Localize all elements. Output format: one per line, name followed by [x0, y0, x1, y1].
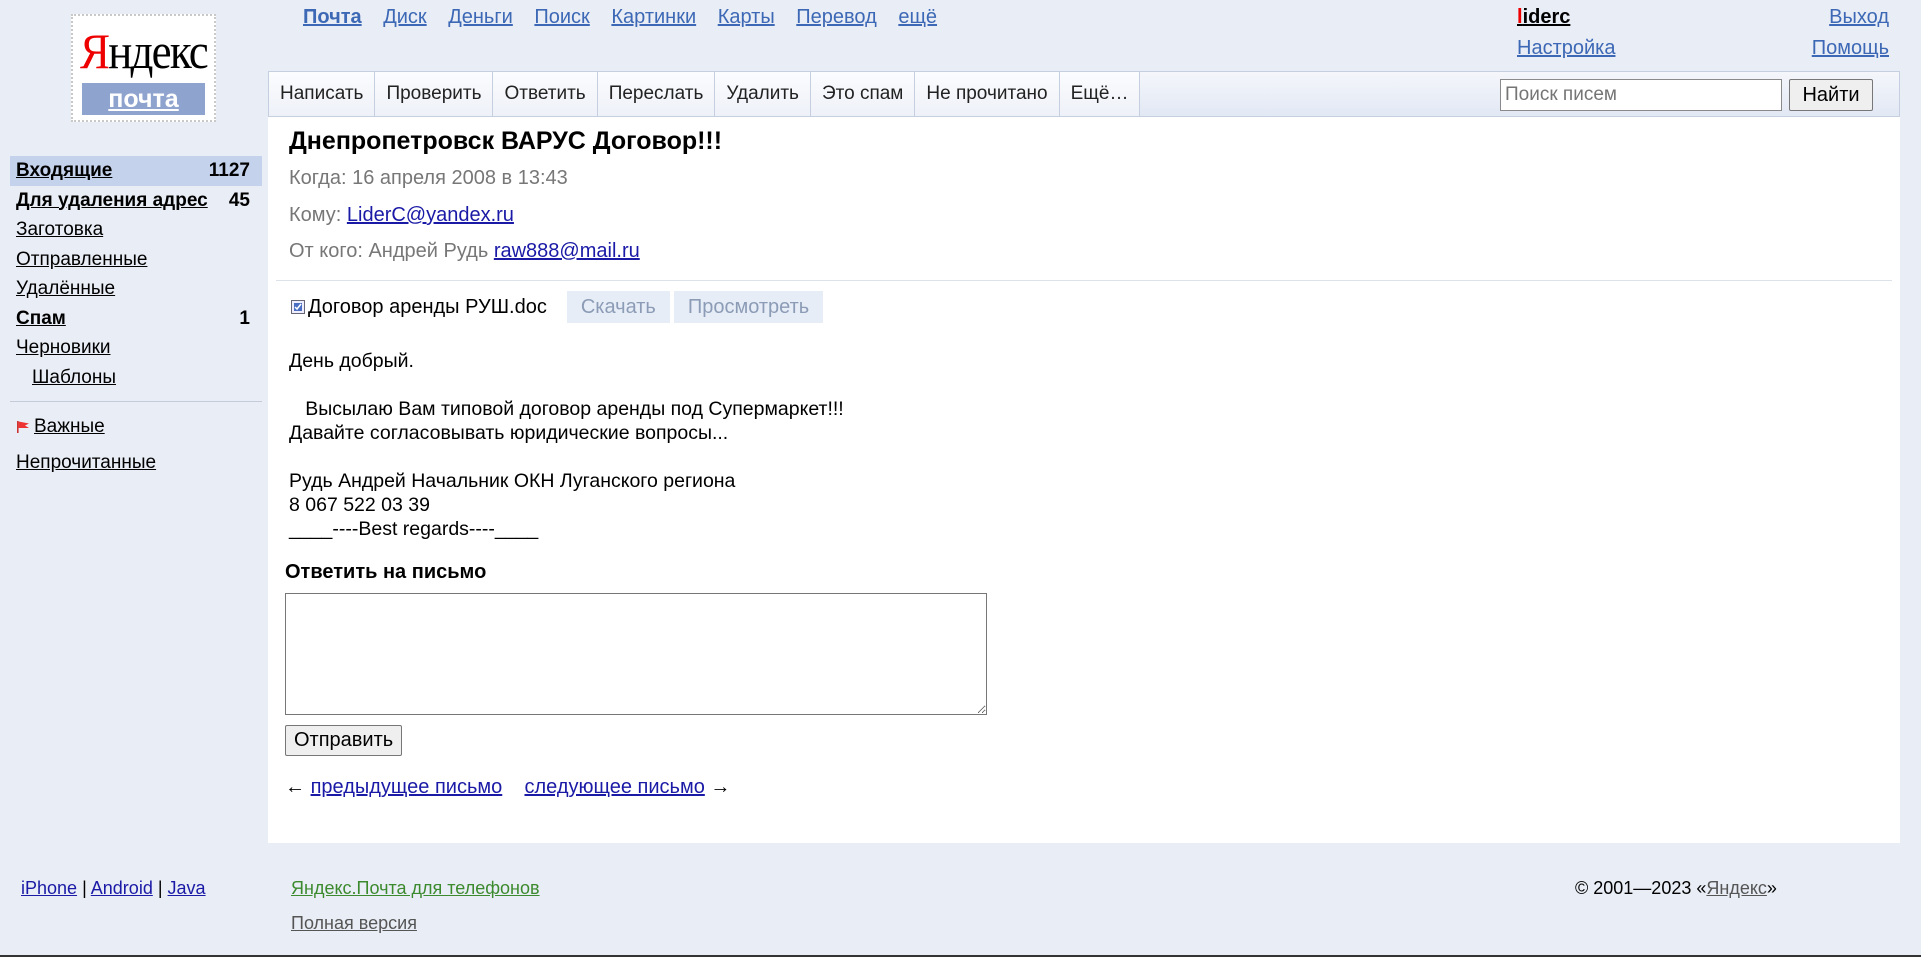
folder-label[interactable]: Удалённые — [16, 278, 115, 299]
service-more[interactable]: ещё — [898, 6, 937, 28]
folder-deleted[interactable]: Удалённые — [10, 274, 262, 304]
folder-label[interactable]: Отправленные — [16, 249, 147, 270]
settings-link[interactable]: Настройка — [1517, 37, 1615, 59]
yandex-logo-text: Яндекс — [80, 23, 209, 79]
send-button[interactable]: Отправить — [285, 725, 403, 756]
user-name: liderc — [1517, 6, 1570, 29]
forward-button[interactable]: Переслать — [597, 72, 716, 116]
right-arrow-icon: → — [710, 776, 731, 798]
reply-title: Ответить на письмо — [285, 561, 487, 583]
service-money[interactable]: Деньги — [448, 6, 513, 28]
iphone-link[interactable]: iPhone — [21, 878, 77, 898]
logo[interactable]: Яндекс почта — [71, 14, 216, 122]
folder-label[interactable]: Входящие — [16, 160, 112, 181]
search-input[interactable] — [1500, 79, 1782, 111]
service-mail[interactable]: Почта — [303, 6, 362, 28]
message-panel: Днепропетровск ВАРУС Договор!!! Когда: 1… — [268, 117, 1900, 843]
copyright: © 2001—2023 «Яндекс» — [1575, 878, 1777, 898]
java-link[interactable]: Java — [168, 878, 206, 898]
folder-drafts[interactable]: Черновики — [10, 333, 262, 363]
label-important-link[interactable]: Важные — [34, 416, 105, 437]
service-maps[interactable]: Карты — [718, 6, 775, 28]
delete-button[interactable]: Удалить — [715, 72, 811, 116]
folder-sent[interactable]: Отправленные — [10, 245, 262, 275]
services-nav: Почта Диск Деньги Поиск Картинки Карты П… — [303, 6, 953, 29]
folder-spam[interactable]: Спам 1 — [10, 304, 262, 334]
folder-count: 1127 — [208, 160, 250, 181]
sender-email-link[interactable]: raw888@mail.ru — [494, 240, 640, 262]
message-body: День добрый. Высылаю Вам типовой договор… — [289, 350, 844, 540]
recipient-email-link[interactable]: LiderC@yandex.ru — [347, 204, 514, 226]
mail-logo-bar: почта — [82, 83, 205, 115]
message-navigation: ← предыдущее письмо следующее письмо → — [285, 776, 730, 799]
service-translate[interactable]: Перевод — [796, 6, 877, 28]
folder-templates[interactable]: Шаблоны — [10, 363, 262, 393]
view-button[interactable]: Просмотреть — [673, 291, 824, 323]
download-button[interactable]: Скачать — [566, 291, 670, 323]
next-message-link[interactable]: следующее письмо — [524, 776, 704, 798]
header-divider — [276, 280, 1892, 281]
user-link[interactable]: liderc — [1517, 6, 1570, 28]
reply-button[interactable]: Ответить — [493, 72, 598, 116]
message-sender: От кого: Андрей Рудь raw888@mail.ru — [289, 240, 640, 262]
more-button[interactable]: Ещё… — [1059, 72, 1141, 116]
mail-logo-link[interactable]: почта — [108, 85, 178, 113]
label-unread[interactable]: Непрочитанные — [10, 448, 262, 478]
folder-label[interactable]: Для удаления адрес — [16, 190, 208, 211]
folder-draft-template[interactable]: Заготовка — [10, 215, 262, 245]
left-arrow-icon: ← — [285, 776, 305, 798]
message-subject: Днепропетровск ВАРУС Договор!!! — [289, 127, 723, 155]
full-version-link[interactable]: Полная версия — [291, 913, 417, 933]
doc-file-icon — [291, 300, 305, 314]
folder-label[interactable]: Спам — [16, 308, 66, 329]
message-recipient: Кому: LiderC@yandex.ru — [289, 204, 514, 226]
folder-for-deletion[interactable]: Для удаления адрес 45 — [10, 186, 262, 216]
sidebar-divider — [10, 401, 262, 402]
label-important[interactable]: Важные — [10, 412, 262, 442]
message-date: Когда: 16 апреля 2008 в 13:43 — [289, 167, 568, 189]
label-unread-link[interactable]: Непрочитанные — [16, 452, 156, 473]
reply-textarea[interactable] — [285, 593, 987, 715]
flag-icon — [16, 420, 30, 434]
service-disk[interactable]: Диск — [383, 6, 426, 28]
service-images[interactable]: Картинки — [611, 6, 696, 28]
check-mail-button[interactable]: Проверить — [375, 72, 494, 116]
attachment: Договор аренды РУШ.doc Скачать Просмотре… — [291, 291, 824, 323]
mobile-mail-link[interactable]: Яндекс.Почта для телефонов — [291, 878, 540, 898]
search-button[interactable]: Найти — [1789, 79, 1873, 111]
toolbar: Написать Проверить Ответить Переслать Уд… — [268, 71, 1900, 117]
folder-count: 1 — [239, 307, 250, 329]
folder-count: 45 — [228, 189, 250, 211]
folder-inbox[interactable]: Входящие 1127 — [10, 156, 262, 186]
logout-link[interactable]: Выход — [1829, 6, 1889, 28]
spam-button[interactable]: Это спам — [810, 72, 916, 116]
folder-label[interactable]: Черновики — [16, 337, 111, 358]
footer-apps: iPhone | Android | Java — [21, 878, 206, 898]
mark-unread-button[interactable]: Не прочитано — [915, 72, 1060, 116]
help-link[interactable]: Помощь — [1812, 37, 1889, 59]
prev-message-link[interactable]: предыдущее письмо — [311, 776, 503, 798]
attachment-name: Договор аренды РУШ.doc — [308, 295, 547, 318]
service-search[interactable]: Поиск — [534, 6, 589, 28]
folder-label[interactable]: Шаблоны — [32, 367, 116, 388]
sidebar: Входящие 1127 Для удаления адрес 45 Загото… — [10, 156, 262, 477]
compose-button[interactable]: Написать — [269, 72, 376, 116]
android-link[interactable]: Android — [91, 878, 153, 898]
folder-label[interactable]: Заготовка — [16, 219, 103, 240]
yandex-link[interactable]: Яндекс — [1706, 878, 1767, 898]
